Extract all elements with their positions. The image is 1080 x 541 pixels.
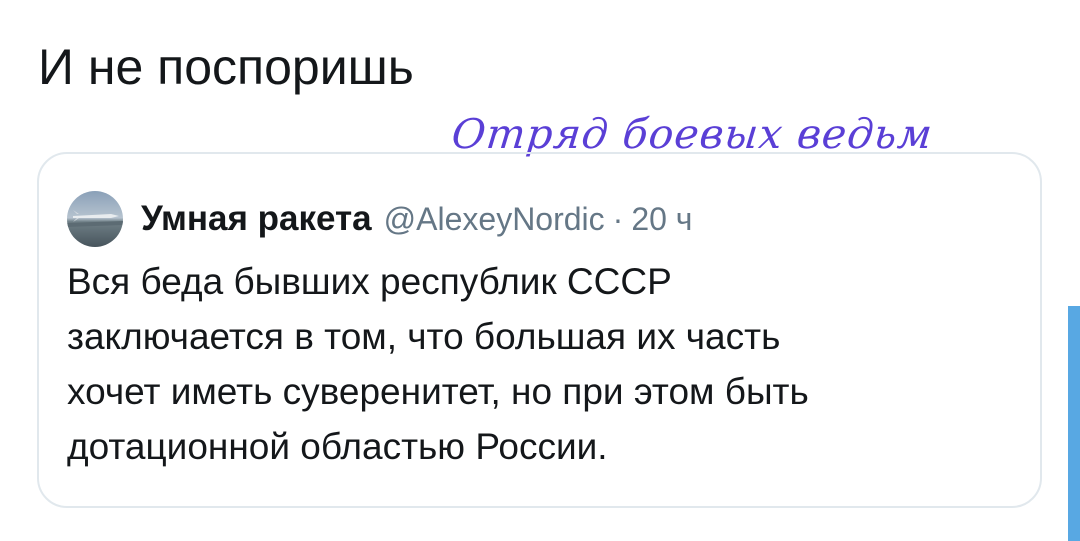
- header-separator: ·: [612, 200, 624, 237]
- body-line: хочет иметь суверенитет, но при этом быт…: [67, 371, 809, 412]
- quoted-tweet-header: Умная ракета @AlexeyNordic · 20 ч: [67, 191, 692, 247]
- body-line: Вся беда бывших республик СССР: [67, 261, 672, 302]
- author-name[interactable]: Умная ракета: [141, 199, 372, 239]
- body-line: дотационной областью России.: [67, 426, 608, 467]
- quoted-tweet-body: Вся беда бывших республик СССР заключает…: [67, 254, 1027, 474]
- tweet-timestamp[interactable]: 20 ч: [631, 201, 692, 238]
- quoted-tweet-card[interactable]: Умная ракета @AlexeyNordic · 20 ч Вся бе…: [37, 152, 1042, 508]
- author-avatar[interactable]: [67, 191, 123, 247]
- scroll-indicator[interactable]: [1068, 306, 1080, 541]
- author-handle[interactable]: @AlexeyNordic: [384, 201, 605, 238]
- missile-avatar-icon: [67, 210, 123, 227]
- body-line: заключается в том, что большая их часть: [67, 316, 781, 357]
- tweet-text: И не поспоришь: [38, 39, 414, 95]
